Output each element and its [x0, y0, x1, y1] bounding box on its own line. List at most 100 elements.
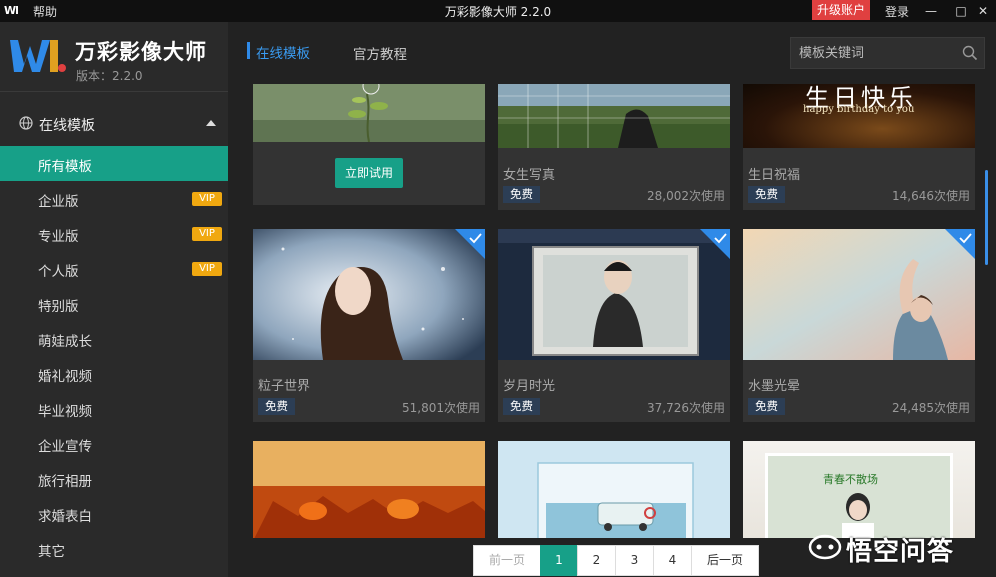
template-thumbnail	[498, 84, 730, 148]
globe-icon	[19, 116, 33, 130]
maximize-icon[interactable]: □	[952, 2, 970, 20]
watermark-text: 悟空问答	[846, 537, 955, 567]
card-title: 生日祝福	[748, 168, 801, 183]
usage-count: 37,726次使用	[647, 401, 725, 415]
template-card[interactable]: 青春不散场	[743, 441, 975, 538]
version-label: 版本：2.2.0	[76, 69, 143, 83]
page-button-2[interactable]: 2	[577, 545, 616, 576]
title-bar: Wl 帮助 万彩影像大师 2.2.0 升级账户 登录 — □ ✕	[0, 0, 996, 22]
brand-name: 万彩影像大师	[75, 40, 207, 64]
sidebar-item-label: 其它	[38, 544, 65, 560]
vip-badge: VIP	[192, 262, 222, 276]
sidebar-item-special[interactable]: 特别版	[0, 286, 228, 321]
template-card[interactable]: 岁月时光 免费 37,726次使用	[498, 229, 730, 422]
template-card[interactable]: 生日快乐 happy birthday to you 生日祝福 免费 14,64…	[743, 84, 975, 210]
sidebar-item-label: 旅行相册	[38, 474, 92, 490]
page-button-3[interactable]: 3	[615, 545, 654, 576]
sidebar-item-label: 专业版	[38, 229, 79, 245]
vip-badge: VIP	[192, 227, 222, 241]
sidebar-item-label: 萌娃成长	[38, 334, 92, 350]
free-badge: 免费	[748, 186, 785, 203]
sidebar-item-label: 企业宣传	[38, 439, 92, 455]
sidebar-item-professional[interactable]: 专业版 VIP	[0, 216, 228, 251]
usage-count: 28,002次使用	[647, 189, 725, 203]
usage-count: 51,801次使用	[402, 401, 480, 415]
vip-badge: VIP	[192, 192, 222, 206]
template-card[interactable]: 粒子世界 免费 51,801次使用	[253, 229, 485, 422]
sidebar-item-label: 婚礼视频	[38, 369, 92, 385]
sidebar-item-kids[interactable]: 萌娃成长	[0, 321, 228, 356]
sidebar-divider	[0, 91, 228, 92]
sidebar-item-travel[interactable]: 旅行相册	[0, 461, 228, 496]
template-thumbnail: 生日快乐 happy birthday to you	[743, 84, 975, 148]
next-page-button[interactable]: 后一页	[691, 545, 759, 576]
checkmark-icon	[700, 229, 730, 259]
sidebar-item-enterprise[interactable]: 企业版 VIP	[0, 181, 228, 216]
sidebar: 万彩影像大师 版本：2.2.0 在线模板 所有模板 企业版 VIP 专业版 VI…	[0, 22, 228, 577]
prev-page-button[interactable]: 前一页	[473, 545, 541, 576]
template-card[interactable]: 女生写真 免费 28,002次使用	[498, 84, 730, 210]
thumbnail-title-text: 青春不散场	[823, 473, 878, 486]
try-now-button[interactable]: 立即试用	[335, 158, 403, 188]
close-icon[interactable]: ✕	[974, 2, 992, 20]
free-badge: 免费	[748, 398, 785, 415]
template-thumbnail	[253, 441, 485, 538]
brand-logo-icon	[10, 40, 66, 72]
tab-online-templates[interactable]: 在线模板	[256, 42, 310, 62]
search-input[interactable]	[799, 44, 949, 62]
sidebar-item-corporate[interactable]: 企业宣传	[0, 426, 228, 461]
main-header: 在线模板 官方教程	[228, 22, 996, 84]
template-grid: 立即试用 女生写真 免费 28,002次使用 生日快乐 happy birthd…	[228, 84, 988, 538]
card-title: 女生写真	[503, 168, 556, 183]
sidebar-item-personal[interactable]: 个人版 VIP	[0, 251, 228, 286]
template-thumbnail	[498, 229, 730, 360]
sidebar-item-label: 特别版	[38, 299, 79, 315]
watermark: 悟空问答	[808, 527, 988, 567]
watermark-logo-icon	[808, 534, 842, 560]
template-thumbnail: 青春不散场	[743, 441, 975, 538]
sidebar-item-wedding[interactable]: 婚礼视频	[0, 356, 228, 391]
template-thumbnail	[498, 441, 730, 538]
usage-count: 14,646次使用	[892, 189, 970, 203]
active-tab-indicator	[247, 42, 250, 59]
search-icon[interactable]	[962, 45, 978, 61]
free-badge: 免费	[258, 398, 295, 415]
section-online-templates[interactable]: 在线模板	[0, 106, 228, 142]
card-title: 岁月时光	[503, 379, 556, 394]
free-badge: 免费	[503, 398, 540, 415]
sidebar-item-other[interactable]: 其它	[0, 531, 228, 566]
upgrade-account-button[interactable]: 升级账户	[812, 0, 870, 20]
caret-up-icon[interactable]	[206, 120, 216, 126]
template-thumbnail	[253, 229, 485, 360]
card-title: 水墨光晕	[748, 379, 801, 394]
section-label: 在线模板	[39, 118, 95, 134]
template-card[interactable]	[253, 441, 485, 538]
sidebar-item-label: 所有模板	[38, 159, 92, 175]
sidebar-item-all[interactable]: 所有模板	[0, 146, 228, 181]
checkmark-icon	[945, 229, 975, 259]
sidebar-item-graduation[interactable]: 毕业视频	[0, 391, 228, 426]
scrollbar-thumb[interactable]	[985, 170, 988, 265]
tab-official-tutorial[interactable]: 官方教程	[353, 43, 407, 63]
page-button-4[interactable]: 4	[653, 545, 692, 576]
free-badge: 免费	[503, 186, 540, 203]
template-thumbnail	[253, 84, 485, 142]
template-thumbnail	[743, 229, 975, 360]
search-box	[790, 37, 985, 69]
sidebar-item-label: 求婚表白	[38, 509, 92, 525]
sidebar-item-label: 毕业视频	[38, 404, 92, 420]
brand: 万彩影像大师 版本：2.2.0	[0, 22, 228, 90]
usage-count: 24,485次使用	[892, 401, 970, 415]
sidebar-item-label: 企业版	[38, 194, 79, 210]
login-button[interactable]: 登录	[885, 3, 909, 20]
template-card[interactable]: 水墨光晕 免费 24,485次使用	[743, 229, 975, 422]
template-card[interactable]	[498, 441, 730, 538]
template-card[interactable]: 立即试用	[253, 84, 485, 205]
checkmark-icon	[455, 229, 485, 259]
sidebar-item-label: 个人版	[38, 264, 79, 280]
sidebar-item-proposal[interactable]: 求婚表白	[0, 496, 228, 531]
minimize-icon[interactable]: —	[922, 2, 940, 20]
thumbnail-subtitle-text: happy birthday to you	[803, 104, 915, 115]
card-title: 粒子世界	[258, 379, 311, 394]
page-button-1[interactable]: 1	[540, 545, 578, 576]
